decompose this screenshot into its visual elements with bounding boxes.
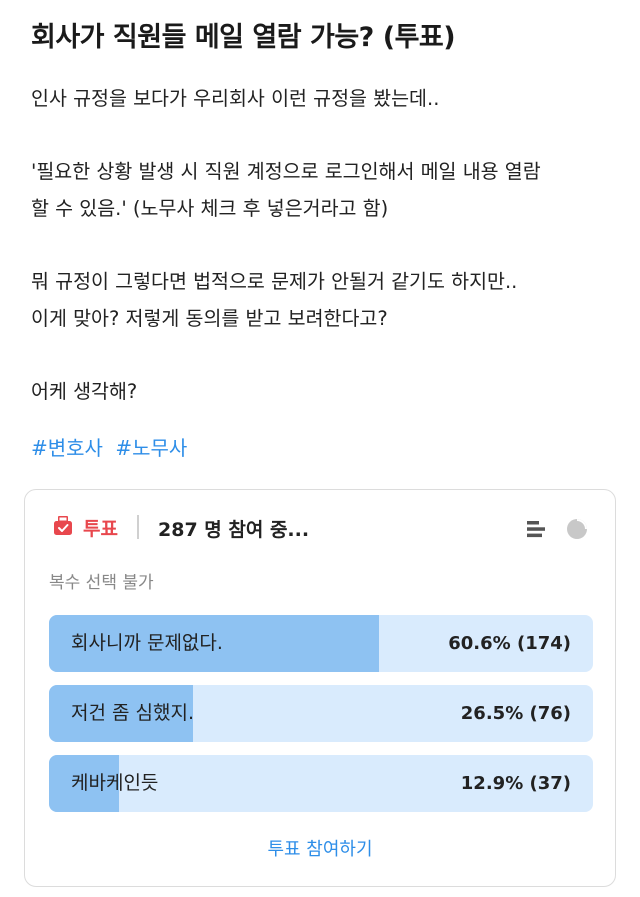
participant-count: 287 명 참여 중... [158,519,310,541]
paragraph-line: 어케 생각해? [31,380,138,403]
post-title: 회사가 직원들 메일 열람 가능? (투표) [31,22,456,53]
paragraph: 어케 생각해? [31,373,621,410]
option-label: 케바케인듯 [71,772,159,794]
poll-label: 투표 [83,518,118,540]
hashtag-lawyer[interactable]: #변호사 [31,436,103,460]
poll-option[interactable]: 회사니까 문제없다. 60.6% (174) [49,615,593,672]
poll-option[interactable]: 저건 좀 심했지. 26.5% (76) [49,685,593,742]
option-label: 저건 좀 심했지. [71,702,194,724]
option-label: 회사니까 문제없다. [71,632,223,654]
vote-button[interactable]: 투표 참여하기 [25,835,615,861]
option-result: 12.9% (37) [460,773,571,794]
paragraph-line: '필요한 상황 발생 시 직원 계정으로 로그인해서 메일 내용 열람 [31,160,541,183]
poll-option[interactable]: 케바케인듯 12.9% (37) [49,755,593,812]
poll-card: 투표 287 명 참여 중... 복수 선택 불가 회사니까 문제없다. 60.… [24,489,616,887]
paragraph: 인사 규정을 보다가 우리회사 이런 규정을 봤는데.. [31,80,621,117]
bar-list-icon[interactable] [525,518,547,540]
ballot-box-icon [54,516,72,535]
poll-note: 복수 선택 불가 [49,573,154,593]
pie-chart-icon[interactable] [566,518,588,540]
paragraph-line: 인사 규정을 보다가 우리회사 이런 규정을 봤는데.. [31,87,440,110]
paragraph-line: 이게 맞아? 저렇게 동의를 받고 보려한다고? [31,307,388,330]
poll-header: 투표 287 명 참여 중... [25,490,615,565]
paragraph: 뭐 규정이 그렇다면 법적으로 문제가 안될거 같기도 하지만.. 이게 맞아?… [31,263,621,337]
paragraph-line: 할 수 있음.' (노무사 체크 후 넣은거라고 함) [31,197,389,220]
hashtag-labor-attorney[interactable]: #노무사 [115,436,187,460]
option-result: 26.5% (76) [460,703,571,724]
option-result: 60.6% (174) [448,633,571,654]
post-body: 인사 규정을 보다가 우리회사 이런 규정을 봤는데.. '필요한 상황 발생 … [31,80,621,410]
header-divider [137,515,139,539]
hashtag-list: #변호사 #노무사 [31,432,193,461]
paragraph: '필요한 상황 발생 시 직원 계정으로 로그인해서 메일 내용 열람 할 수 … [31,153,621,227]
paragraph-line: 뭐 규정이 그렇다면 법적으로 문제가 안될거 같기도 하지만.. [31,270,518,293]
